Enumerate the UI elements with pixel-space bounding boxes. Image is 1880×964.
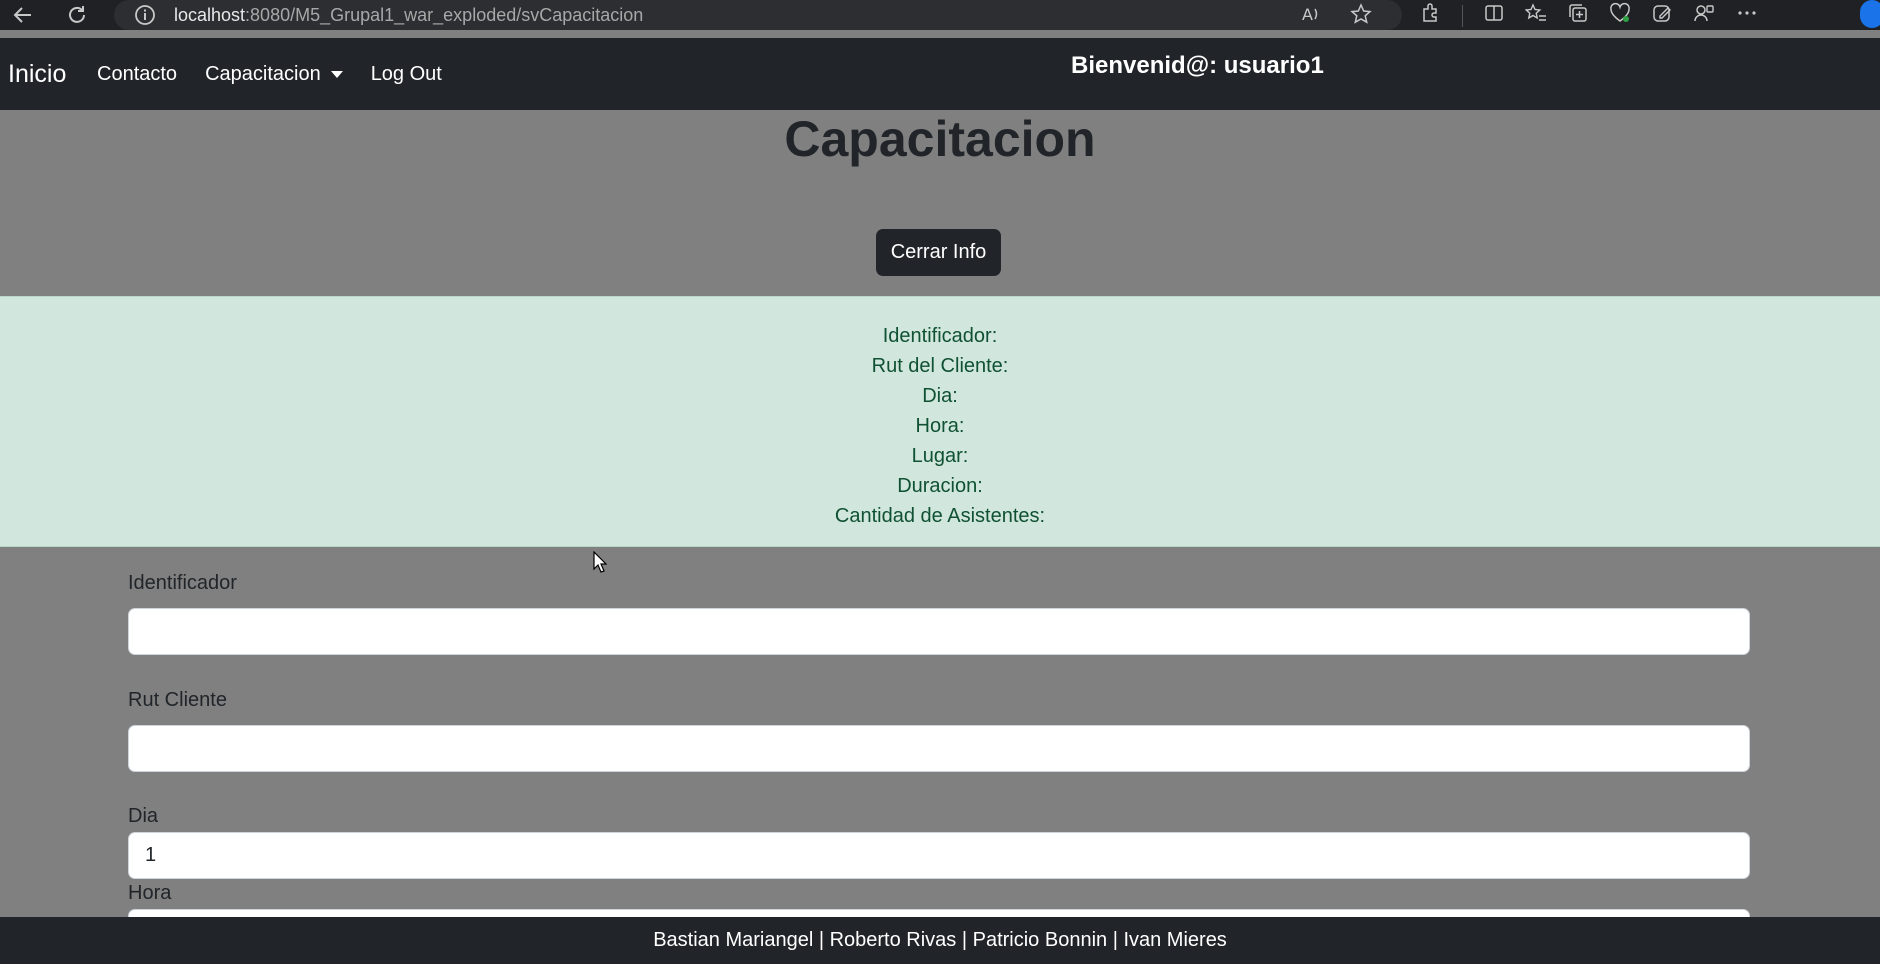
rut-cliente-label: Rut Cliente: [128, 689, 227, 711]
info-dia: Dia:: [922, 385, 958, 407]
copilot-edit-icon[interactable]: [1651, 2, 1673, 29]
split-screen-icon[interactable]: [1483, 2, 1505, 29]
info-lugar: Lugar:: [911, 445, 969, 467]
rut-cliente-input[interactable]: [128, 725, 1750, 772]
identificador-input[interactable]: [128, 608, 1750, 655]
info-duracion: Duracion:: [897, 475, 983, 497]
mouse-cursor-icon: [593, 550, 608, 578]
nav-links: Contacto Capacitacion Log Out: [97, 63, 442, 86]
identificador-label: Identificador: [128, 572, 237, 594]
nav-brand-inicio[interactable]: Inicio: [8, 60, 66, 89]
nav-link-logout[interactable]: Log Out: [371, 63, 442, 86]
address-bar[interactable]: localhost:8080/M5_Grupal1_war_exploded/s…: [114, 0, 1402, 30]
nav-dropdown-capacitacion[interactable]: Capacitacion: [205, 63, 343, 86]
url-host: localhost: [174, 5, 246, 25]
close-info-button[interactable]: Cerrar Info: [876, 229, 1001, 276]
browser-essentials-icon[interactable]: [1609, 2, 1631, 29]
nav-dropdown-label: Capacitacion: [205, 63, 321, 85]
footer-credits: Bastian Mariangel | Roberto Rivas | Patr…: [0, 917, 1880, 964]
toolbar-divider: [1462, 4, 1463, 27]
svg-text:A: A: [1302, 5, 1313, 24]
caret-down-icon: [330, 71, 343, 78]
collections-icon[interactable]: [1567, 2, 1589, 29]
reload-icon[interactable]: [64, 2, 90, 28]
info-panel: Identificador: Rut del Cliente: Dia: Hor…: [0, 296, 1880, 547]
nav-link-contacto[interactable]: Contacto: [97, 63, 177, 86]
hora-label: Hora: [128, 882, 172, 904]
page-title: Capacitacion: [784, 111, 1096, 167]
profile-apps-icon[interactable]: [1693, 2, 1715, 29]
welcome-message: Bienvenid@: usuario1: [1071, 52, 1324, 79]
url-text[interactable]: localhost:8080/M5_Grupal1_war_exploded/s…: [174, 5, 643, 26]
info-cantidad-asistentes: Cantidad de Asistentes:: [834, 505, 1046, 527]
url-path: :8080/M5_Grupal1_war_exploded/svCapacita…: [245, 5, 644, 25]
read-aloud-icon[interactable]: A: [1300, 3, 1322, 30]
copilot-logo-icon[interactable]: [1860, 0, 1880, 28]
dia-label: Dia: [128, 805, 159, 827]
favorite-star-icon[interactable]: [1350, 3, 1372, 30]
info-hora: Hora:: [915, 415, 965, 437]
site-info-icon[interactable]: [134, 4, 156, 31]
extensions-puzzle-icon[interactable]: [1420, 2, 1442, 29]
dia-input[interactable]: [128, 832, 1750, 879]
top-navbar: Inicio Contacto Capacitacion Log Out Bie…: [0, 38, 1880, 110]
favorites-list-icon[interactable]: [1524, 2, 1547, 29]
info-identificador: Identificador:: [882, 325, 998, 347]
info-rut-cliente: Rut del Cliente:: [871, 355, 1009, 377]
more-options-icon[interactable]: [1735, 2, 1759, 29]
browser-toolbar: localhost:8080/M5_Grupal1_war_exploded/s…: [0, 0, 1880, 30]
back-arrow-icon[interactable]: [10, 2, 36, 28]
